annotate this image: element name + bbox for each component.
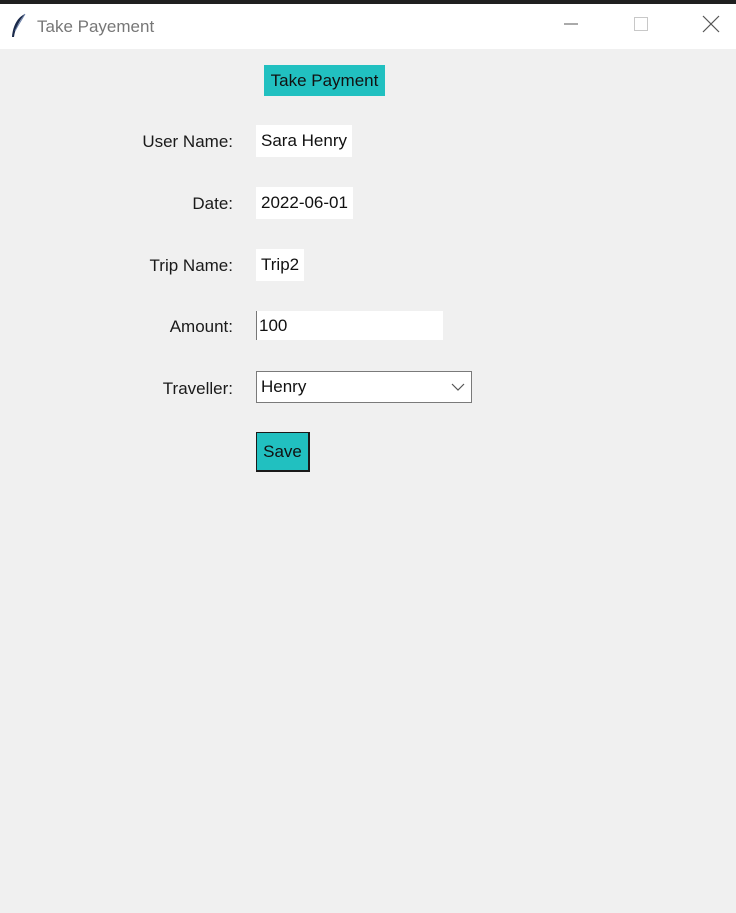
date-value: 2022-06-01 — [256, 187, 353, 219]
maximize-icon — [633, 16, 649, 37]
chevron-down-icon[interactable] — [445, 372, 471, 402]
app-window: Take Payement Take Payment User Name: Sa… — [0, 4, 736, 913]
feather-icon — [10, 13, 28, 39]
traveller-select[interactable]: Henry — [256, 371, 472, 403]
window-title: Take Payement — [37, 17, 155, 36]
close-icon — [702, 15, 720, 38]
take-payment-button[interactable]: Take Payment — [264, 65, 385, 96]
traveller-selected-value: Henry — [261, 377, 307, 396]
trip-name-value: Trip2 — [256, 249, 305, 281]
user-name-label: User Name: — [142, 132, 233, 151]
amount-field[interactable] — [256, 311, 443, 340]
traveller-label: Traveller: — [162, 379, 233, 398]
amount-label: Amount: — [169, 317, 233, 336]
maximize-button[interactable] — [606, 4, 676, 49]
trip-name-label: Trip Name: — [149, 256, 233, 275]
title-bar[interactable]: Take Payement — [0, 4, 736, 49]
minimize-button[interactable] — [536, 4, 606, 49]
date-label: Date: — [192, 194, 233, 213]
save-button[interactable]: Save — [256, 432, 310, 472]
minimize-icon — [563, 16, 579, 37]
close-button[interactable] — [676, 4, 736, 49]
user-name-value: Sara Henry — [256, 125, 352, 157]
